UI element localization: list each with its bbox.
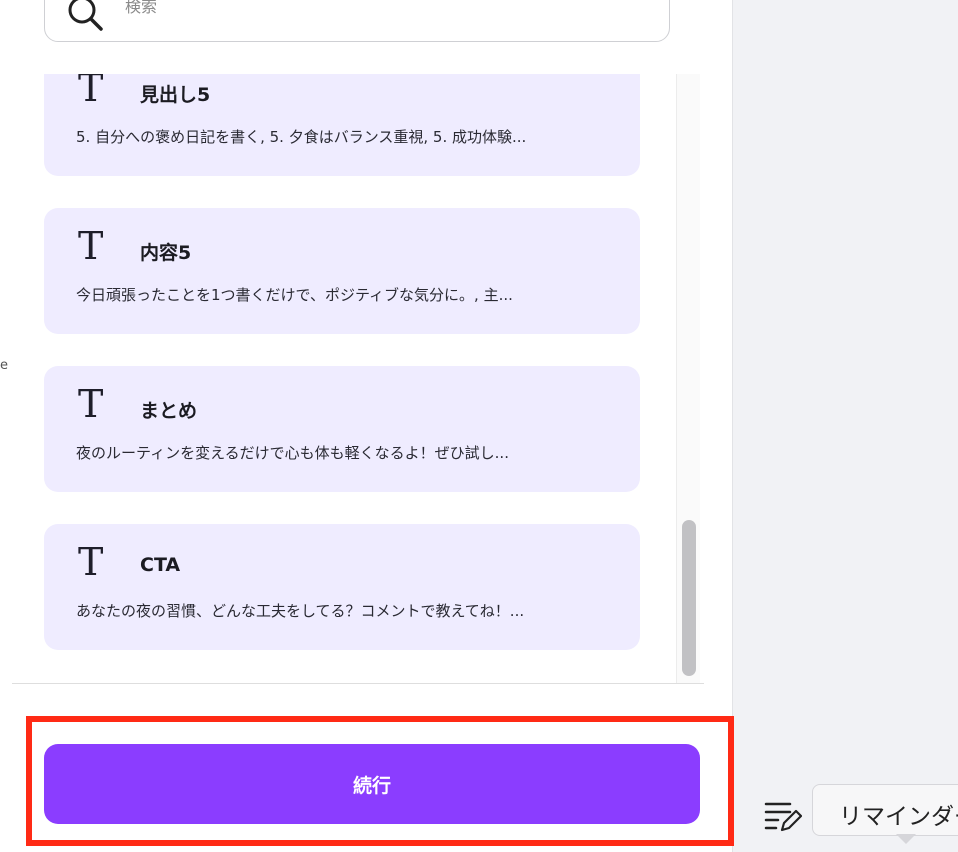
list-item[interactable]: T CTA あなたの夜の習慣、どんな工夫をしてる？コメントで教えてね！... <box>44 524 640 650</box>
notes-edit-icon[interactable] <box>764 800 802 834</box>
card-title: CTA <box>140 554 181 576</box>
tooltip-pointer <box>896 834 916 844</box>
app-window: e T 見出し5 5. 自分への褒め日記を書く, 5. 夕食はバランス重視, 5… <box>0 0 958 852</box>
text-type-icon: T <box>78 74 104 110</box>
card-title: 見出し5 <box>140 84 211 106</box>
list-item[interactable]: T 見出し5 5. 自分への褒め日記を書く, 5. 夕食はバランス重視, 5. … <box>44 74 640 176</box>
card-description: 5. 自分への褒め日記を書く, 5. 夕食はバランス重視, 5. 成功体験... <box>76 128 527 146</box>
canvas-area <box>732 0 958 852</box>
search-box[interactable] <box>44 0 670 42</box>
card-description: あなたの夜の習慣、どんな工夫をしてる？コメントで教えてね！... <box>76 602 525 620</box>
scrollbar-track[interactable] <box>676 74 700 683</box>
list-item[interactable]: T まとめ 夜のルーティンを変えるだけで心も体も軽くなるよ！ぜひ試し... <box>44 366 640 492</box>
text-type-icon: T <box>78 224 104 268</box>
card-description: 今日頑張ったことを1つ書くだけで、ポジティブな気分に。, 主... <box>76 286 513 304</box>
text-type-icon: T <box>78 382 104 426</box>
text-type-icon: T <box>78 540 104 584</box>
search-input[interactable] <box>123 0 627 19</box>
card-title: まとめ <box>140 400 198 422</box>
search-icon <box>68 0 103 31</box>
content-list: T 見出し5 5. 自分への褒め日記を書く, 5. 夕食はバランス重視, 5. … <box>12 74 704 684</box>
card-description: 夜のルーティンを変えるだけで心も体も軽くなるよ！ぜひ試し... <box>76 444 509 462</box>
list-item[interactable]: T 内容5 今日頑張ったことを1つ書くだけで、ポジティブな気分に。, 主... <box>44 208 640 334</box>
scrollbar-thumb[interactable] <box>682 520 696 676</box>
edge-text-fragment: e <box>0 358 8 373</box>
reminder-button[interactable]: リマインダー <box>812 784 958 836</box>
highlight-frame <box>26 716 734 846</box>
card-title: 内容5 <box>140 242 192 264</box>
